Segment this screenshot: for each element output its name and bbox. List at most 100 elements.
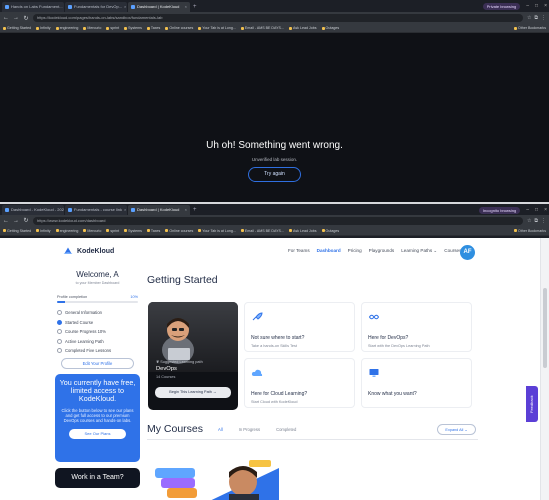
menu-icon[interactable]: ⋮ bbox=[541, 15, 546, 21]
tab-all[interactable]: All bbox=[218, 427, 223, 432]
bookmark-item[interactable]: Your Tab is at Long... bbox=[198, 26, 236, 30]
page-scrollbar[interactable] bbox=[540, 238, 549, 500]
bookmark-item[interactable]: Email - AMS BE DAYS... bbox=[240, 229, 284, 233]
avatar[interactable]: AF bbox=[460, 245, 475, 260]
reload-icon[interactable]: ↻ bbox=[23, 217, 29, 224]
menu-icon[interactable]: ⋮ bbox=[541, 218, 546, 224]
feedback-tab[interactable]: Feedback bbox=[526, 386, 538, 422]
edit-profile-button[interactable]: Edit Your Profile bbox=[61, 357, 134, 369]
extensions-icon[interactable]: ⧉ bbox=[534, 15, 538, 21]
nav-dashboard[interactable]: Dashboard bbox=[317, 248, 341, 254]
folder-icon bbox=[106, 229, 110, 232]
maximize-icon[interactable]: □ bbox=[535, 3, 538, 9]
star-icon[interactable]: ☆ bbox=[527, 218, 531, 224]
bottom-tab-2[interactable]: Dashboard | KodeKloud × bbox=[128, 205, 190, 215]
checklist-item: General Information bbox=[57, 308, 138, 318]
bookmark-item[interactable]: Online courses bbox=[165, 26, 193, 30]
tab-completed[interactable]: Completed bbox=[276, 427, 296, 432]
progress-fill bbox=[57, 301, 66, 303]
bookmark-item[interactable]: Ask Lead Jobs bbox=[288, 229, 317, 233]
bookmark-item[interactable]: Systems bbox=[124, 229, 142, 233]
maximize-icon[interactable]: □ bbox=[535, 207, 538, 213]
card-title: Not sure where to start? bbox=[251, 335, 305, 341]
devops-card[interactable]: Here for DevOps? Start with the DevOps L… bbox=[361, 302, 472, 352]
minimize-icon[interactable]: – bbox=[526, 3, 529, 9]
begin-learning-path-button[interactable]: Begin This Learning Path → bbox=[155, 387, 231, 398]
logo[interactable]: KodeKloud bbox=[62, 245, 114, 257]
back-icon[interactable]: ← bbox=[3, 15, 9, 21]
forward-icon[interactable]: → bbox=[13, 218, 19, 224]
top-tab-2[interactable]: Dashboard | KodeKloud × bbox=[128, 2, 190, 12]
close-icon[interactable]: × bbox=[124, 2, 126, 12]
address-bar[interactable]: https://www.kodekloud.com/dashboard bbox=[33, 216, 523, 225]
profile-badge[interactable]: Private browsing bbox=[482, 2, 521, 10]
bookmark-item[interactable]: sprint bbox=[106, 26, 119, 30]
learning-path-card[interactable]: ❦ Suggested Learning path DevOps 14 Cour… bbox=[148, 302, 238, 410]
nav-playgrounds[interactable]: Playgrounds bbox=[369, 248, 395, 254]
close-icon[interactable]: × bbox=[124, 205, 126, 215]
bookmark-item[interactable]: Ask Lead Jobs bbox=[288, 26, 317, 30]
close-icon[interactable]: × bbox=[185, 205, 187, 215]
other-bookmarks[interactable]: Other Bookmarks bbox=[514, 229, 546, 233]
bookmark-label: Outages bbox=[325, 26, 340, 30]
bookmark-item[interactable]: Email - AMS BE DAYS... bbox=[240, 26, 284, 30]
cloud-learning-card[interactable]: Here for Cloud Learning? Start Cloud wit… bbox=[244, 358, 355, 408]
bookmark-item[interactable]: Outages bbox=[321, 26, 340, 30]
team-card[interactable]: Work in a Team? bbox=[55, 467, 140, 488]
extensions-icon[interactable]: ⧉ bbox=[534, 218, 538, 224]
reload-icon[interactable]: ↻ bbox=[23, 15, 29, 22]
bookmark-item[interactable]: engineering bbox=[55, 26, 78, 30]
checklist-item: Active Learning Path bbox=[57, 337, 138, 347]
see-plans-button[interactable]: See Our Plans bbox=[69, 429, 126, 440]
close-window-icon[interactable]: × bbox=[544, 207, 547, 213]
skills-test-card[interactable]: Not sure where to start? Take a hands-on… bbox=[244, 302, 355, 352]
address-bar[interactable]: https://kodekloud.com/pages/hands-on-lab… bbox=[33, 14, 523, 22]
star-icon[interactable]: ☆ bbox=[527, 15, 531, 21]
expand-all-button[interactable]: Expand All ⌄ bbox=[437, 424, 476, 435]
nav-pricing[interactable]: Pricing bbox=[348, 248, 362, 254]
scrollbar-thumb[interactable] bbox=[543, 288, 547, 368]
tab-in-progress[interactable]: In Progress bbox=[239, 427, 260, 432]
nav-for-teams[interactable]: For Teams bbox=[288, 248, 310, 254]
new-tab-icon[interactable]: + bbox=[193, 205, 197, 215]
bottom-tab-1[interactable]: Fundamentals - course link × bbox=[65, 205, 127, 215]
folder-icon bbox=[288, 26, 292, 30]
bookmark-label: Online courses bbox=[169, 228, 194, 233]
top-toolbar: ← → ↻ https://kodekloud.com/pages/hands-… bbox=[0, 12, 549, 24]
bookmark-item[interactable]: Systems bbox=[124, 26, 142, 30]
bookmark-item[interactable]: Mercurio bbox=[83, 26, 101, 30]
bookmark-label: engineering bbox=[59, 228, 79, 233]
monitor-icon bbox=[369, 369, 379, 377]
close-window-icon[interactable]: × bbox=[544, 3, 547, 9]
top-tab-1[interactable]: Fundamentals for DevOp... × bbox=[65, 2, 127, 12]
bookmark-item[interactable]: Getting Started bbox=[3, 26, 31, 30]
bookmark-item[interactable]: Getting Started bbox=[3, 229, 31, 233]
bottom-toolbar: ← → ↻ https://www.kodekloud.com/dashboar… bbox=[0, 215, 549, 226]
bottom-tab-0[interactable]: Dashboard - KodeKloud - 2025× bbox=[2, 205, 64, 215]
bookmark-item[interactable]: Infinity bbox=[36, 229, 51, 233]
nav-learning-paths[interactable]: Learning Paths ⌄ bbox=[401, 248, 437, 254]
tab-label: Dashboard | KodeKloud bbox=[137, 207, 180, 212]
other-bookmarks[interactable]: Other Bookmarks bbox=[514, 26, 546, 30]
top-tab-0[interactable]: Hands on Labs Fundament...× bbox=[2, 2, 64, 12]
forward-icon[interactable]: → bbox=[13, 15, 19, 21]
back-icon[interactable]: ← bbox=[3, 218, 9, 224]
try-again-button[interactable]: Try again bbox=[248, 167, 301, 182]
browse-courses-card[interactable]: Know what you want? bbox=[361, 358, 472, 408]
bookmark-item[interactable]: Taxes bbox=[146, 229, 160, 233]
bookmark-item[interactable]: Mercurio bbox=[83, 229, 101, 233]
bookmark-item[interactable]: Taxes bbox=[146, 26, 160, 30]
new-tab-icon[interactable]: + bbox=[193, 2, 197, 12]
close-icon[interactable]: × bbox=[185, 2, 187, 12]
bookmark-item[interactable]: Your Tab is at Long... bbox=[198, 229, 236, 233]
bookmark-item[interactable]: engineering bbox=[55, 228, 79, 233]
minimize-icon[interactable]: – bbox=[526, 207, 529, 213]
bookmark-item[interactable]: sprint bbox=[106, 229, 119, 233]
course-thumbnail[interactable] bbox=[147, 448, 279, 500]
bookmark-item[interactable]: Outages bbox=[321, 229, 339, 233]
bookmark-item[interactable]: Infinity bbox=[36, 26, 51, 30]
folder-icon bbox=[124, 229, 128, 232]
profile-badge[interactable]: Incognito browsing bbox=[478, 206, 521, 214]
bookmark-item[interactable]: Online courses bbox=[165, 229, 193, 233]
nav-courses[interactable]: Courses bbox=[444, 248, 461, 254]
